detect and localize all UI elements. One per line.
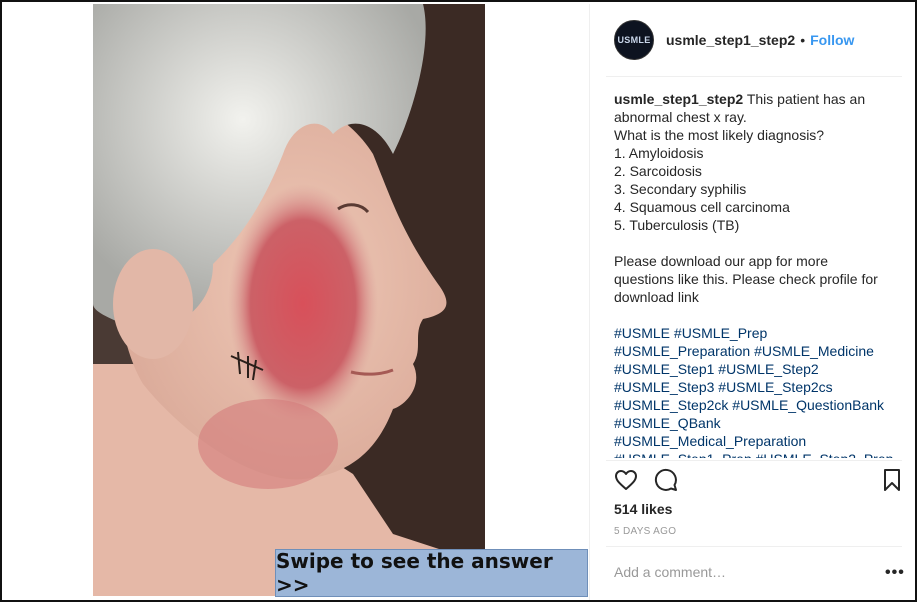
patient-face-illustration xyxy=(93,4,485,596)
header-separator: • xyxy=(800,32,806,48)
header-divider xyxy=(606,76,902,77)
answer-option: 4. Squamous cell carcinoma xyxy=(614,199,790,215)
answer-option: 5. Tuberculosis (TB) xyxy=(614,217,740,233)
hashtag-line[interactable]: #USMLE #USMLE_Prep xyxy=(614,324,904,342)
post-caption: usmle_step1_step2 This patient has an ab… xyxy=(614,90,904,458)
hashtag-line[interactable]: #USMLE_Step3 #USMLE_Step2cs xyxy=(614,378,904,396)
hashtag-line[interactable]: #USMLE_Step2ck #USMLE_QuestionBank xyxy=(614,396,904,414)
caption-text: This patient has an xyxy=(746,91,866,107)
post-actions xyxy=(614,466,904,498)
caption-line: What is the most likely diagnosis? xyxy=(614,127,825,143)
hashtag-line[interactable]: #USMLE_QBank xyxy=(614,414,904,432)
hashtag-line[interactable]: #USMLE_Medical_Preparation xyxy=(614,432,904,450)
comment-divider xyxy=(606,546,902,547)
avatar-logo-text: USMLE xyxy=(617,35,651,45)
post-timestamp: 5 DAYS AGO xyxy=(614,526,677,537)
like-count[interactable]: 514 likes xyxy=(614,501,672,517)
media-area[interactable]: Swipe to see the answer >> xyxy=(4,4,588,600)
post-window: Swipe to see the answer >> USMLE usmle_s… xyxy=(0,0,917,602)
swipe-hint-banner: Swipe to see the answer >> xyxy=(275,549,588,597)
caption-author-link[interactable]: usmle_step1_step2 xyxy=(614,91,743,107)
actions-divider xyxy=(606,460,902,461)
promo-line: download link xyxy=(614,289,699,305)
more-options-icon[interactable]: ••• xyxy=(885,564,905,582)
answer-option: 3. Secondary syphilis xyxy=(614,181,747,197)
hashtag-line[interactable]: #USMLE_Step1_Prep #USMLE_Step2_Prep xyxy=(614,450,904,458)
add-comment-input[interactable] xyxy=(614,564,874,580)
promo-line: Please download our app for more xyxy=(614,253,829,269)
username-link[interactable]: usmle_step1_step2 xyxy=(666,32,795,48)
heart-icon[interactable] xyxy=(614,468,638,497)
post-side-panel: USMLE usmle_step1_step2 • Follow usmle_s… xyxy=(589,4,917,600)
post-header: USMLE usmle_step1_step2 • Follow xyxy=(590,4,917,76)
hashtag-line[interactable]: #USMLE_Preparation #USMLE_Medicine xyxy=(614,342,904,360)
caption-line: usmle_step1_step2 This patient has an xyxy=(614,90,904,108)
caption-line: abnormal chest x ray. xyxy=(614,109,747,125)
answer-option: 2. Sarcoidosis xyxy=(614,163,702,179)
post-photo xyxy=(93,4,485,596)
answer-option: 1. Amyloidosis xyxy=(614,145,704,161)
comment-icon[interactable] xyxy=(654,468,678,497)
hashtag-line[interactable]: #USMLE_Step1 #USMLE_Step2 xyxy=(614,360,904,378)
follow-button[interactable]: Follow xyxy=(810,32,854,48)
promo-line: questions like this. Please check profil… xyxy=(614,271,878,287)
bookmark-icon[interactable] xyxy=(880,468,904,497)
avatar[interactable]: USMLE xyxy=(614,20,654,60)
